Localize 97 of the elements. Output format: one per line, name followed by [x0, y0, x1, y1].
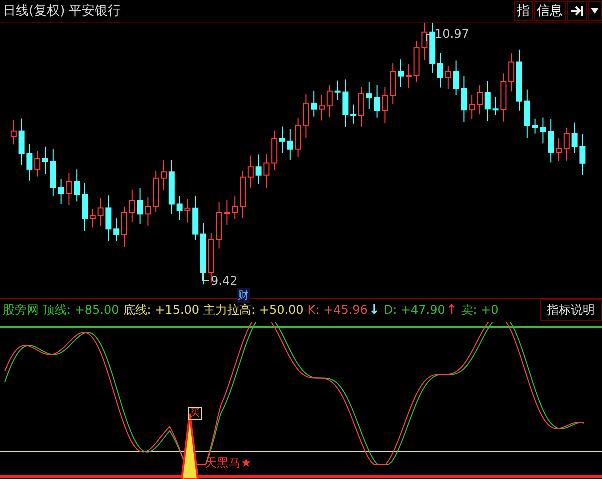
candlestick	[106, 194, 112, 242]
candlestick	[58, 178, 64, 204]
candlestick	[153, 170, 160, 212]
candlestick	[200, 222, 206, 285]
candlestick	[10, 120, 17, 145]
candlestick	[422, 22, 428, 61]
candlestick	[287, 128, 294, 160]
candlestick	[168, 159, 175, 214]
candlestick	[216, 201, 222, 249]
candlestick	[414, 40, 420, 82]
indicator-name: 股旁网	[3, 302, 39, 319]
candlestick	[137, 188, 144, 224]
candlestick	[492, 96, 499, 116]
candlestick	[564, 126, 570, 161]
candlestick	[580, 133, 586, 176]
leader-line	[426, 34, 434, 42]
candlestick	[524, 88, 530, 138]
buy-signal-label: 买	[188, 407, 202, 420]
candlestick	[232, 195, 238, 220]
dropdown-button[interactable]	[588, 0, 602, 21]
candlestick	[516, 48, 522, 111]
caret-icon	[591, 8, 599, 14]
candlestick	[342, 78, 349, 128]
candlestick	[82, 182, 88, 232]
candlestick	[74, 168, 80, 202]
candlestick	[192, 194, 199, 240]
candlestick	[461, 75, 468, 122]
legend-item: 主力拉高: +50.00	[204, 302, 304, 319]
exit-button[interactable]	[567, 0, 587, 21]
candlestick	[366, 82, 372, 110]
candlestick	[477, 84, 483, 115]
candlestick	[224, 199, 230, 226]
candlestick	[390, 62, 396, 104]
legend-item: 顶线: +85.00	[43, 302, 120, 319]
indicator-help-button[interactable]: 指标说明	[540, 299, 602, 322]
candlestick	[540, 116, 546, 144]
candlestick	[248, 154, 254, 188]
legend-item: 底线: +15.00	[123, 302, 200, 319]
candlestick	[272, 130, 278, 170]
candlestick	[374, 84, 380, 118]
candlestick	[484, 80, 491, 122]
low-price-label: 9.42	[211, 274, 238, 288]
candlestick	[176, 195, 183, 220]
candlestick	[184, 198, 191, 223]
candlestick	[453, 60, 460, 96]
candlestick	[445, 64, 452, 90]
trend-arrow: ↓	[368, 302, 380, 318]
candlestick	[532, 118, 538, 134]
candlestick	[129, 188, 136, 222]
high-price-label: 10.97	[435, 26, 470, 41]
candlestick	[122, 206, 128, 248]
candlestick	[26, 143, 33, 181]
candlestick	[114, 218, 120, 242]
candlestick	[66, 172, 72, 206]
candlestick	[430, 22, 436, 73]
candlestick	[334, 80, 341, 100]
candlestick	[98, 197, 104, 226]
signal-marker-label: 天黑马★	[205, 455, 252, 472]
candlestick	[264, 153, 270, 188]
candlestick	[382, 86, 388, 124]
candlestick	[350, 104, 357, 124]
period-label: 日线(复权)	[3, 2, 66, 20]
candlestick	[42, 146, 48, 174]
candlestick	[18, 118, 25, 166]
legend-item: K: +45.96	[308, 303, 368, 318]
toolbar-button[interactable]: 指	[514, 0, 533, 21]
leader-line	[202, 267, 210, 282]
candlestick	[358, 86, 364, 127]
candlestick	[311, 90, 318, 117]
toolbar-button[interactable]: 信息	[534, 0, 566, 21]
candlestick	[295, 116, 302, 158]
candlestick	[398, 58, 404, 88]
candlestick	[34, 150, 41, 177]
candlestick	[548, 118, 554, 163]
trend-arrow: ↑	[446, 302, 458, 318]
candlestick	[161, 159, 167, 191]
event-badge: 财	[237, 288, 250, 303]
candlestick	[90, 208, 96, 228]
candlestick	[500, 72, 507, 122]
candlestick	[319, 94, 325, 121]
candlestick	[406, 63, 412, 88]
candlestick	[326, 84, 333, 118]
candlestick	[303, 93, 310, 138]
arrow-to-bar-icon	[570, 4, 584, 17]
stock-name: 平安银行	[69, 2, 122, 20]
candlestick	[469, 94, 476, 120]
candlestick	[508, 52, 515, 92]
candlestick	[572, 122, 578, 154]
candlestick	[240, 170, 246, 219]
candlestick	[556, 136, 562, 162]
candlestick	[256, 154, 262, 184]
candlestick	[145, 196, 152, 226]
candlestick	[280, 126, 286, 154]
legend-item: 卖: +0	[461, 302, 499, 319]
candlestick	[50, 148, 56, 196]
candlestick	[438, 52, 444, 88]
legend-item: D: +47.90	[384, 303, 446, 318]
